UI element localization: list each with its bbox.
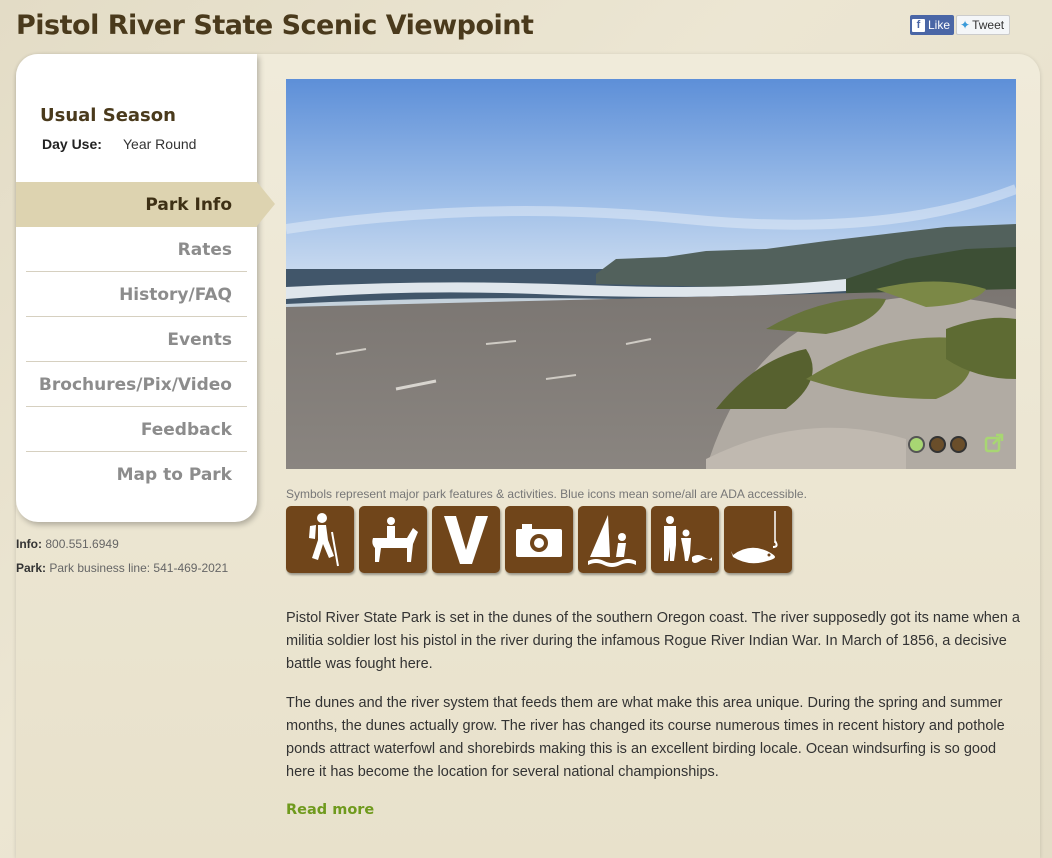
nav-history-faq[interactable]: History/FAQ	[16, 272, 257, 317]
park-photo[interactable]	[286, 79, 1016, 469]
slideshow-indicators	[908, 436, 967, 453]
like-label: Like	[928, 18, 951, 32]
nav-events[interactable]: Events	[16, 317, 257, 362]
description-paragraph-2: The dunes and the river system that feed…	[286, 695, 1005, 780]
sidebar-nav: Park Info Rates History/FAQ Events Broch…	[16, 182, 275, 497]
windsurfing-icon[interactable]	[578, 506, 646, 573]
slide-dot-2[interactable]	[929, 436, 946, 453]
day-use-label: Day Use:	[42, 136, 102, 152]
season-title: Usual Season	[40, 105, 176, 126]
nav-rates[interactable]: Rates	[16, 227, 257, 272]
slide-dot-1[interactable]	[908, 436, 925, 453]
info-phone[interactable]: 800.551.6949	[45, 537, 118, 551]
external-link-icon[interactable]	[984, 433, 1004, 453]
facebook-like-button[interactable]: f Like	[910, 15, 955, 35]
beach-access-icon[interactable]	[651, 506, 719, 573]
sidebar: Usual Season Day Use: Year Round Park In…	[16, 54, 275, 522]
activity-icons	[286, 506, 792, 573]
hiking-icon[interactable]	[286, 506, 354, 573]
nav-label: Map to Park	[116, 464, 232, 485]
viewpoint-icon[interactable]	[432, 506, 500, 573]
nav-map-to-park[interactable]: Map to Park	[16, 452, 257, 497]
day-use-value: Year Round	[123, 136, 197, 152]
description-paragraph-1: Pistol River State Park is set in the du…	[286, 610, 1020, 672]
tweet-button[interactable]: ✦ Tweet	[956, 15, 1011, 35]
nav-label: Park Info	[145, 194, 232, 215]
park-label: Park:	[16, 561, 47, 575]
photography-icon[interactable]	[505, 506, 573, 573]
nav-label: Rates	[177, 239, 232, 260]
info-label: Info:	[16, 537, 42, 551]
contact-info-line: Info: 800.551.6949	[16, 537, 119, 551]
nav-label: Feedback	[140, 419, 232, 440]
nav-brochures[interactable]: Brochures/Pix/Video	[16, 362, 257, 407]
nav-label: Brochures/Pix/Video	[38, 374, 232, 395]
symbols-note: Symbols represent major park features & …	[286, 487, 807, 501]
page-title: Pistol River State Scenic Viewpoint	[16, 10, 534, 41]
twitter-bird-icon: ✦	[960, 18, 971, 32]
nav-park-info[interactable]: Park Info	[16, 182, 275, 227]
social-buttons: f Like ✦ Tweet	[910, 15, 1011, 35]
nav-feedback[interactable]: Feedback	[16, 407, 257, 452]
fishing-icon[interactable]	[724, 506, 792, 573]
slide-dot-3[interactable]	[950, 436, 967, 453]
tweet-label: Tweet	[972, 18, 1005, 32]
horseback-riding-icon[interactable]	[359, 506, 427, 573]
read-more-link[interactable]: Read more	[286, 802, 374, 818]
park-phone: Park business line: 541-469-2021	[49, 561, 229, 575]
nav-label: History/FAQ	[119, 284, 232, 305]
facebook-icon: f	[912, 18, 925, 32]
contact-park-line: Park: Park business line: 541-469-2021	[16, 561, 228, 575]
nav-label: Events	[167, 329, 232, 350]
